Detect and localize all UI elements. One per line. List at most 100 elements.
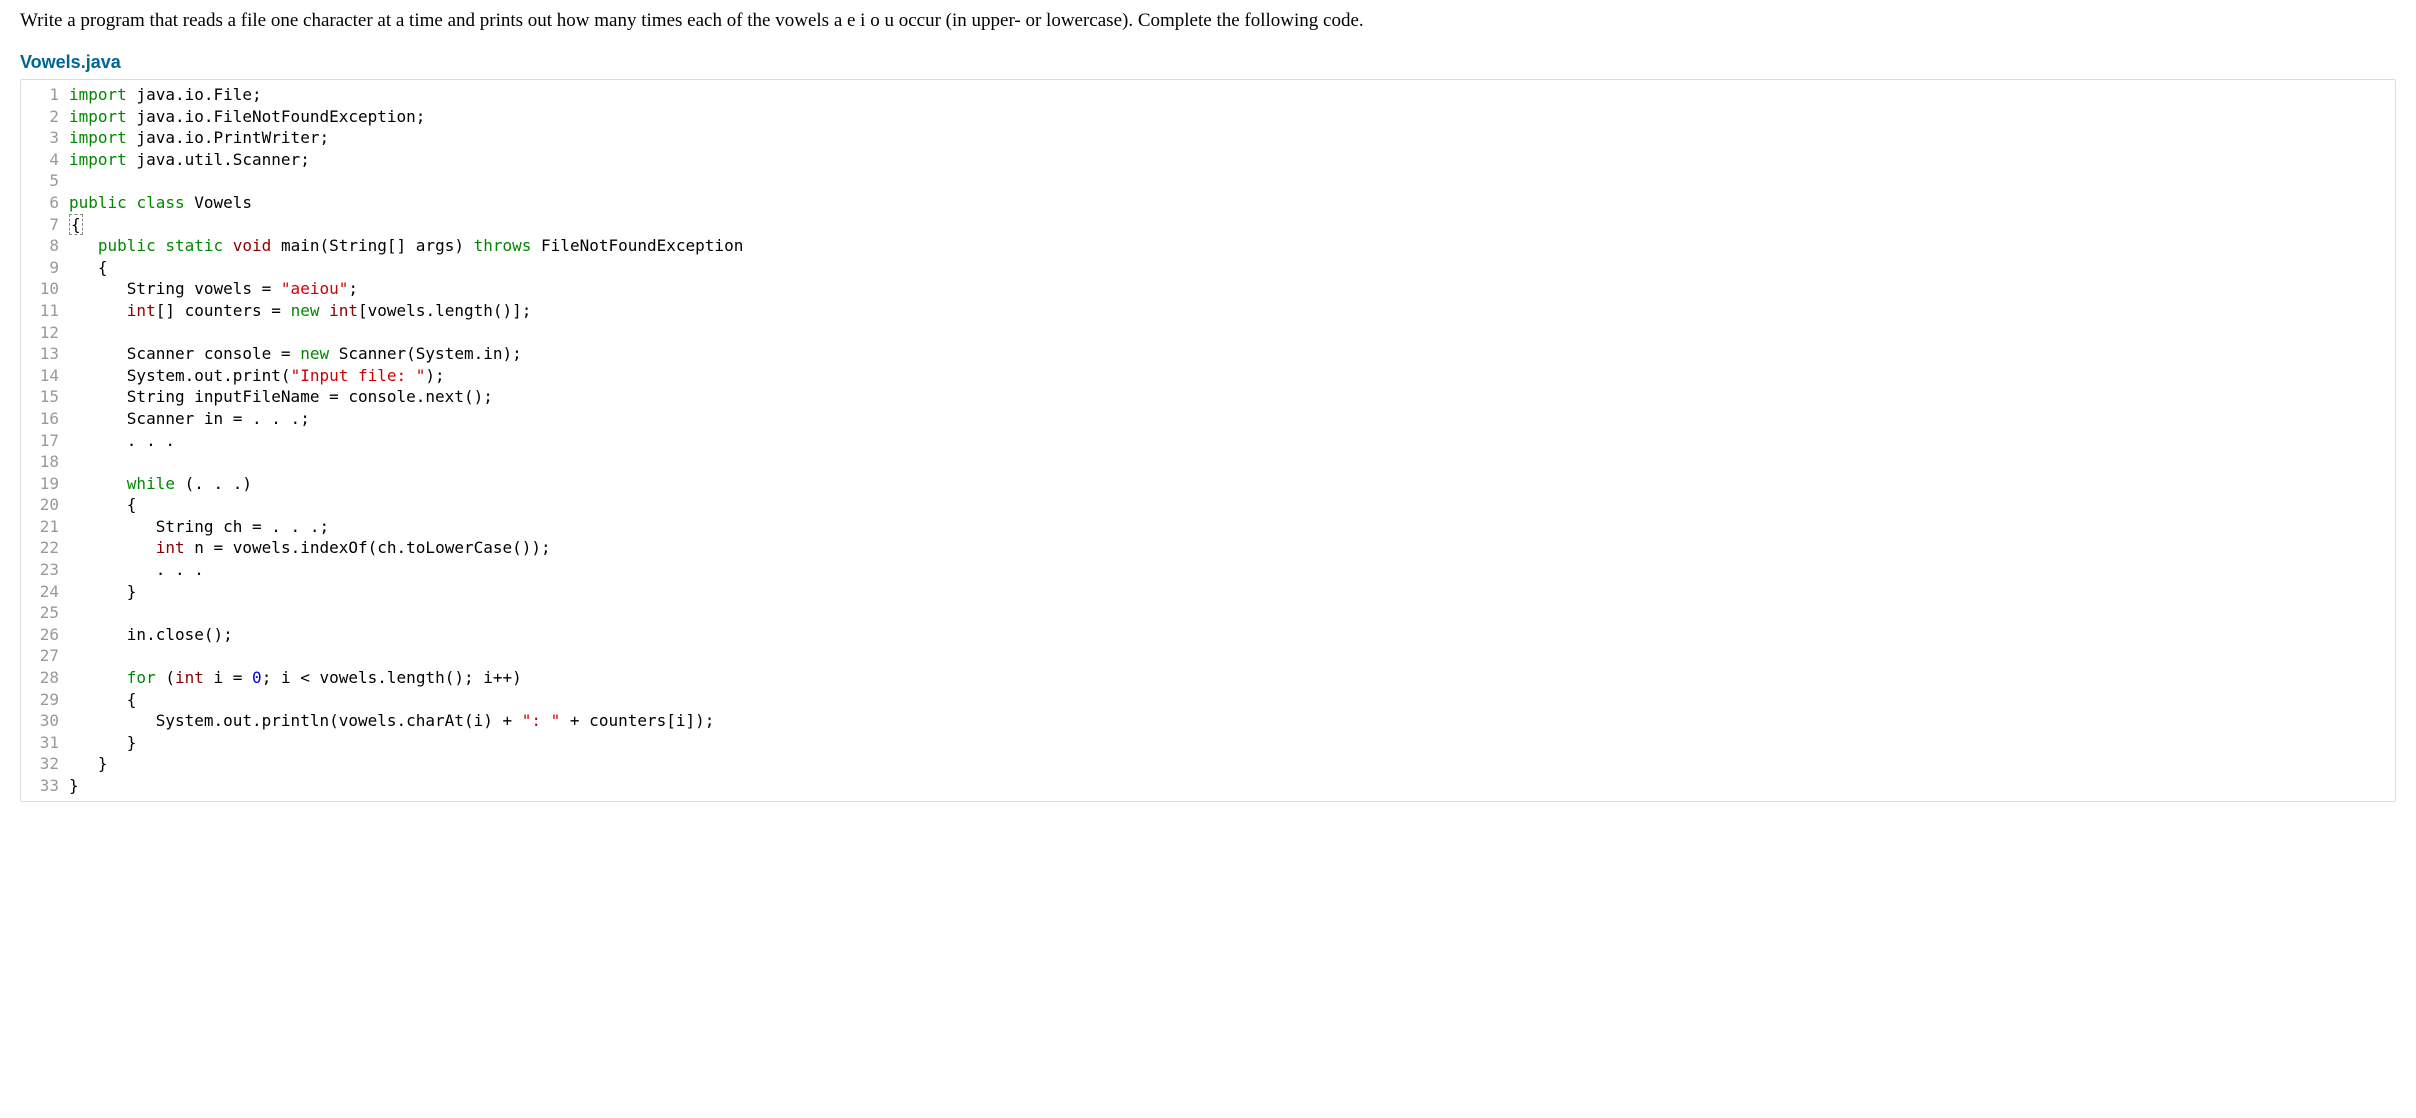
- code-content: {: [69, 257, 2395, 279]
- code-line: 6public class Vowels: [21, 192, 2395, 214]
- code-content: . . .: [69, 430, 2395, 452]
- line-number: 33: [21, 775, 69, 797]
- line-number: 31: [21, 732, 69, 754]
- code-line: 11 int[] counters = new int[vowels.lengt…: [21, 300, 2395, 322]
- code-line: 14 System.out.print("Input file: ");: [21, 365, 2395, 387]
- code-content: in.close();: [69, 624, 2395, 646]
- code-content: import java.io.File;: [69, 84, 2395, 106]
- code-line: 7{: [21, 214, 2395, 236]
- line-number: 26: [21, 624, 69, 646]
- line-number: 2: [21, 106, 69, 128]
- code-content: String inputFileName = console.next();: [69, 386, 2395, 408]
- code-line: 25: [21, 602, 2395, 624]
- code-content: import java.io.FileNotFoundException;: [69, 106, 2395, 128]
- code-content: import java.io.PrintWriter;: [69, 127, 2395, 149]
- code-content: }: [69, 775, 2395, 797]
- line-number: 32: [21, 753, 69, 775]
- filename-label: Vowels.java: [20, 52, 2396, 73]
- code-line: 20 {: [21, 494, 2395, 516]
- code-content: String vowels = "aeiou";: [69, 278, 2395, 300]
- code-content: int n = vowels.indexOf(ch.toLowerCase())…: [69, 537, 2395, 559]
- line-number: 3: [21, 127, 69, 149]
- code-content: [69, 322, 2395, 344]
- line-number: 7: [21, 214, 69, 236]
- line-number: 17: [21, 430, 69, 452]
- code-listing: 1import java.io.File;2import java.io.Fil…: [20, 79, 2396, 802]
- line-number: 4: [21, 149, 69, 171]
- line-number: 8: [21, 235, 69, 257]
- code-line: 13 Scanner console = new Scanner(System.…: [21, 343, 2395, 365]
- code-line: 32 }: [21, 753, 2395, 775]
- code-content: [69, 602, 2395, 624]
- line-number: 9: [21, 257, 69, 279]
- code-line: 31 }: [21, 732, 2395, 754]
- code-content: public static void main(String[] args) t…: [69, 235, 2395, 257]
- code-line: 18: [21, 451, 2395, 473]
- code-line: 8 public static void main(String[] args)…: [21, 235, 2395, 257]
- code-content: }: [69, 581, 2395, 603]
- code-content: while (. . .): [69, 473, 2395, 495]
- code-content: [69, 170, 2395, 192]
- code-line: 28 for (int i = 0; i < vowels.length(); …: [21, 667, 2395, 689]
- code-content: System.out.println(vowels.charAt(i) + ":…: [69, 710, 2395, 732]
- code-line: 21 String ch = . . .;: [21, 516, 2395, 538]
- line-number: 24: [21, 581, 69, 603]
- code-line: 22 int n = vowels.indexOf(ch.toLowerCase…: [21, 537, 2395, 559]
- code-line: 1import java.io.File;: [21, 84, 2395, 106]
- code-line: 29 {: [21, 689, 2395, 711]
- code-content: Scanner console = new Scanner(System.in)…: [69, 343, 2395, 365]
- code-line: 10 String vowels = "aeiou";: [21, 278, 2395, 300]
- line-number: 30: [21, 710, 69, 732]
- line-number: 27: [21, 645, 69, 667]
- code-content: import java.util.Scanner;: [69, 149, 2395, 171]
- line-number: 25: [21, 602, 69, 624]
- code-content: System.out.print("Input file: ");: [69, 365, 2395, 387]
- line-number: 18: [21, 451, 69, 473]
- line-number: 12: [21, 322, 69, 344]
- code-line: 15 String inputFileName = console.next()…: [21, 386, 2395, 408]
- line-number: 16: [21, 408, 69, 430]
- code-content: . . .: [69, 559, 2395, 581]
- code-content: [69, 645, 2395, 667]
- code-line: 33}: [21, 775, 2395, 797]
- line-number: 6: [21, 192, 69, 214]
- code-line: 12: [21, 322, 2395, 344]
- code-line: 4import java.util.Scanner;: [21, 149, 2395, 171]
- line-number: 20: [21, 494, 69, 516]
- code-content: public class Vowels: [69, 192, 2395, 214]
- code-line: 27: [21, 645, 2395, 667]
- code-content: String ch = . . .;: [69, 516, 2395, 538]
- code-content: {: [69, 689, 2395, 711]
- code-content: int[] counters = new int[vowels.length()…: [69, 300, 2395, 322]
- line-number: 1: [21, 84, 69, 106]
- code-content: {: [69, 494, 2395, 516]
- line-number: 10: [21, 278, 69, 300]
- code-line: 24 }: [21, 581, 2395, 603]
- code-line: 16 Scanner in = . . .;: [21, 408, 2395, 430]
- code-content: Scanner in = . . .;: [69, 408, 2395, 430]
- code-content: }: [69, 732, 2395, 754]
- code-line: 2import java.io.FileNotFoundException;: [21, 106, 2395, 128]
- code-line: 30 System.out.println(vowels.charAt(i) +…: [21, 710, 2395, 732]
- code-line: 9 {: [21, 257, 2395, 279]
- line-number: 22: [21, 537, 69, 559]
- code-line: 17 . . .: [21, 430, 2395, 452]
- line-number: 21: [21, 516, 69, 538]
- code-line: 5: [21, 170, 2395, 192]
- line-number: 19: [21, 473, 69, 495]
- code-line: 23 . . .: [21, 559, 2395, 581]
- code-line: 19 while (. . .): [21, 473, 2395, 495]
- code-line: 26 in.close();: [21, 624, 2395, 646]
- line-number: 11: [21, 300, 69, 322]
- code-line: 3import java.io.PrintWriter;: [21, 127, 2395, 149]
- problem-statement: Write a program that reads a file one ch…: [20, 10, 2396, 32]
- line-number: 13: [21, 343, 69, 365]
- code-content: [69, 451, 2395, 473]
- line-number: 15: [21, 386, 69, 408]
- line-number: 23: [21, 559, 69, 581]
- line-number: 14: [21, 365, 69, 387]
- code-content: }: [69, 753, 2395, 775]
- code-content: {: [69, 214, 2395, 236]
- code-content: for (int i = 0; i < vowels.length(); i++…: [69, 667, 2395, 689]
- line-number: 5: [21, 170, 69, 192]
